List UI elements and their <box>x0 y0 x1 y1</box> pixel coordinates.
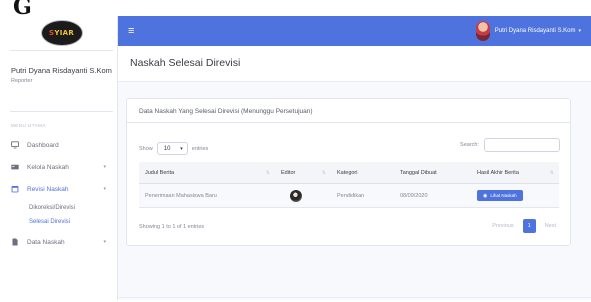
sidebar-item-label: Kelola Naskah <box>27 163 69 171</box>
chevron-down-icon: ▾ <box>103 239 106 245</box>
page-length-control: Show 10 ▾ entries <box>139 142 208 155</box>
pagination-previous[interactable]: Previous <box>486 219 519 233</box>
sidebar-user-role: Reporter <box>11 78 33 84</box>
column-header-judul[interactable]: Judul Berita ⇅ <box>139 162 275 183</box>
card-icon <box>11 163 19 171</box>
page-length-value: 10 <box>163 145 171 152</box>
search-label: Search: <box>460 142 479 148</box>
file-icon <box>11 238 19 246</box>
revisi-submenu: Dikoreksi/Direvisi Selesai Direvisi <box>6 200 117 231</box>
sidebar-item-label: Revisi Naskah <box>27 185 69 193</box>
naskah-table: Judul Berita ⇅ Editor ⇅ Kategori Tanggal D… <box>139 162 559 208</box>
sidebar-item-revisi-naskah[interactable]: Revisi Naskah ▾ <box>6 178 117 200</box>
submenu-item-dikoreksi[interactable]: Dikoreksi/Direvisi <box>29 201 117 215</box>
pagination-page-1[interactable]: 1 <box>522 219 536 233</box>
main-content: Naskah Selesai Direvisi Data Naskah Yang… <box>118 46 591 300</box>
cell-kategori: Pendidikan <box>337 192 365 199</box>
editor-avatar <box>290 189 302 202</box>
hamburger-icon[interactable]: ≡ <box>128 25 134 37</box>
sidebar-item-data-naskah[interactable]: Data Naskah ▾ <box>6 231 117 253</box>
column-header-tanggal[interactable]: Tanggal Dibuat <box>394 162 471 183</box>
chevron-down-icon: ▾ <box>180 145 183 152</box>
chevron-down-icon: ▾ <box>103 164 106 170</box>
eye-icon: ◉ <box>483 192 488 199</box>
page-header: Naskah Selesai Direvisi <box>118 46 591 82</box>
sidebar-heading: MENU UTAMA <box>11 123 46 128</box>
sort-icon: ⇅ <box>265 169 270 176</box>
search-input[interactable] <box>484 138 560 152</box>
sort-icon: ⇅ <box>321 169 326 176</box>
calendar-icon <box>11 185 19 193</box>
card-title: Data Naskah Yang Selesai Direvisi (Menun… <box>139 108 313 115</box>
cell-tanggal: 08/09/2020 <box>400 192 428 199</box>
pagination: Previous 1 Next <box>486 218 562 234</box>
sidebar-item-label: Data Naskah <box>27 238 65 246</box>
column-header-editor[interactable]: Editor ⇅ <box>275 162 331 183</box>
sidebar: S YIAR Putri Dyana Risdayanti S.Kom Repor… <box>6 16 118 300</box>
chevron-down-icon: ▾ <box>103 186 106 192</box>
footer-divider <box>118 297 591 298</box>
topbar: ≡ Putri Dyana Risdayanti S.Kom ▾ <box>118 16 591 46</box>
sort-icon: ⇅ <box>549 169 554 176</box>
lihat-naskah-button[interactable]: ◉ Lihat Naskah <box>477 190 523 201</box>
monitor-icon <box>11 141 19 149</box>
sidebar-item-kelola-naskah[interactable]: Kelola Naskah ▾ <box>6 156 117 178</box>
column-header-hasil[interactable]: Hasil Akhir Berita ⇅ <box>471 162 559 183</box>
page-title: Naskah Selesai Direvisi <box>130 57 241 69</box>
column-header-kategori[interactable]: Kategori <box>331 162 394 183</box>
table-row: Penerimaan Mahasiswa Baru Pendidikan 08/… <box>139 184 559 208</box>
sidebar-item-dashboard[interactable]: Dashboard <box>6 134 117 156</box>
submenu-item-selesai-direvisi[interactable]: Selesai Direvisi <box>29 215 117 229</box>
topbar-user-name: Putri Dyana Risdayanti S.Kom <box>494 28 576 34</box>
data-card: Data Naskah Yang Selesai Direvisi (Menun… <box>126 98 571 246</box>
cell-hasil: ◉ Lihat Naskah <box>471 184 559 207</box>
avatar <box>475 21 490 41</box>
cell-judul: Penerimaan Mahasiswa Baru <box>145 192 217 199</box>
page-length-select[interactable]: 10 ▾ <box>156 142 188 155</box>
sidebar-item-label: Dashboard <box>27 141 59 149</box>
sidebar-user-name: Putri Dyana Risdayanti S.Kom <box>11 66 112 75</box>
pagination-next[interactable]: Next <box>539 219 562 233</box>
table-search: Search: <box>460 138 560 152</box>
show-label: Show <box>139 145 153 152</box>
table-info: Showing 1 to 1 of 1 entries <box>139 224 205 230</box>
sidebar-user: Putri Dyana Risdayanti S.Kom Reporter <box>6 51 117 111</box>
brand-logo: S YIAR <box>40 20 83 46</box>
entries-label: entries <box>191 145 209 152</box>
chevron-down-icon: ▾ <box>578 28 581 34</box>
user-menu[interactable]: Putri Dyana Risdayanti S.Kom ▾ <box>475 21 581 41</box>
cell-editor <box>275 184 331 207</box>
card-divider <box>127 122 570 123</box>
brand[interactable]: S YIAR <box>6 16 117 50</box>
table-header: Judul Berita ⇅ Editor ⇅ Kategori Tanggal D… <box>139 162 559 184</box>
